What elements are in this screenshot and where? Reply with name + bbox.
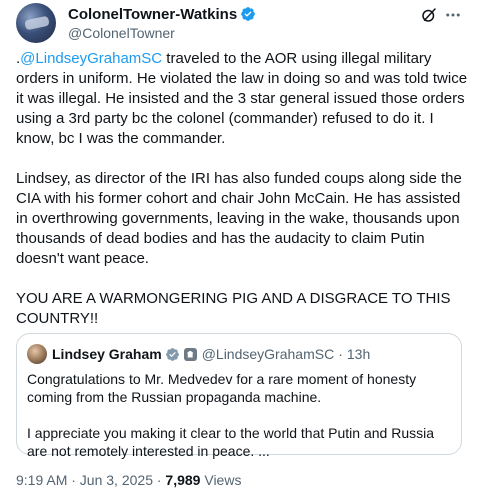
- tweet-meta: 9:19 AM · Jun 3, 2025 · 7,989 Views: [16, 472, 241, 488]
- quoted-tweet-time[interactable]: 13h: [347, 346, 370, 362]
- grok-icon[interactable]: [420, 6, 438, 24]
- tweet-paragraph-3: YOU ARE A WARMONGERING PIG AND A DISGRAC…: [16, 290, 451, 327]
- display-name-row: ColonelTowner-Watkins: [68, 5, 256, 23]
- tweet-text: .@LindseyGrahamSC traveled to the AOR us…: [16, 49, 468, 349]
- quoted-paragraph-1: Congratulations to Mr. Medvedev for a ra…: [27, 371, 417, 405]
- views-count: 7,989: [165, 472, 201, 488]
- quoted-paragraph-2: I appreciate you making it clear to the …: [27, 425, 434, 459]
- author-avatar[interactable]: [16, 3, 56, 43]
- quoted-author-avatar[interactable]: [27, 344, 47, 364]
- author-display-name[interactable]: ColonelTowner-Watkins: [68, 6, 237, 23]
- tweet-paragraph-1: .@LindseyGrahamSC traveled to the AOR us…: [16, 49, 468, 149]
- quoted-tweet-text: Congratulations to Mr. Medvedev for a ra…: [27, 370, 455, 478]
- more-icon[interactable]: [444, 6, 462, 24]
- verified-badge-icon[interactable]: [240, 6, 256, 22]
- author-handle[interactable]: @ColonelTowner: [68, 25, 256, 41]
- government-affiliation-icon: [183, 347, 197, 361]
- views-label: Views: [200, 472, 242, 488]
- quoted-tweet-header: Lindsey Graham @LindseyGrahamSC · 13h: [27, 344, 370, 364]
- tweet-timestamp[interactable]: 9:19 AM · Jun 3, 2025 ·: [16, 472, 165, 488]
- quoted-author-handle[interactable]: @LindseyGrahamSC: [202, 346, 335, 362]
- author-names: ColonelTowner-Watkins @ColonelTowner: [68, 5, 256, 41]
- tweet: ColonelTowner-Watkins @ColonelTowner .@L…: [0, 0, 478, 500]
- tweet-paragraph-2: Lindsey, as director of the IRI has also…: [16, 170, 462, 267]
- quoted-author-display-name[interactable]: Lindsey Graham: [52, 346, 162, 362]
- mention-link[interactable]: @LindseyGrahamSC: [20, 50, 162, 67]
- quoted-tweet[interactable]: Lindsey Graham @LindseyGrahamSC · 13h Co…: [16, 333, 462, 459]
- tweet-header: ColonelTowner-Watkins @ColonelTowner: [16, 2, 462, 46]
- quoted-verified-badge-icon: [165, 347, 179, 361]
- separator-dot: ·: [338, 346, 343, 362]
